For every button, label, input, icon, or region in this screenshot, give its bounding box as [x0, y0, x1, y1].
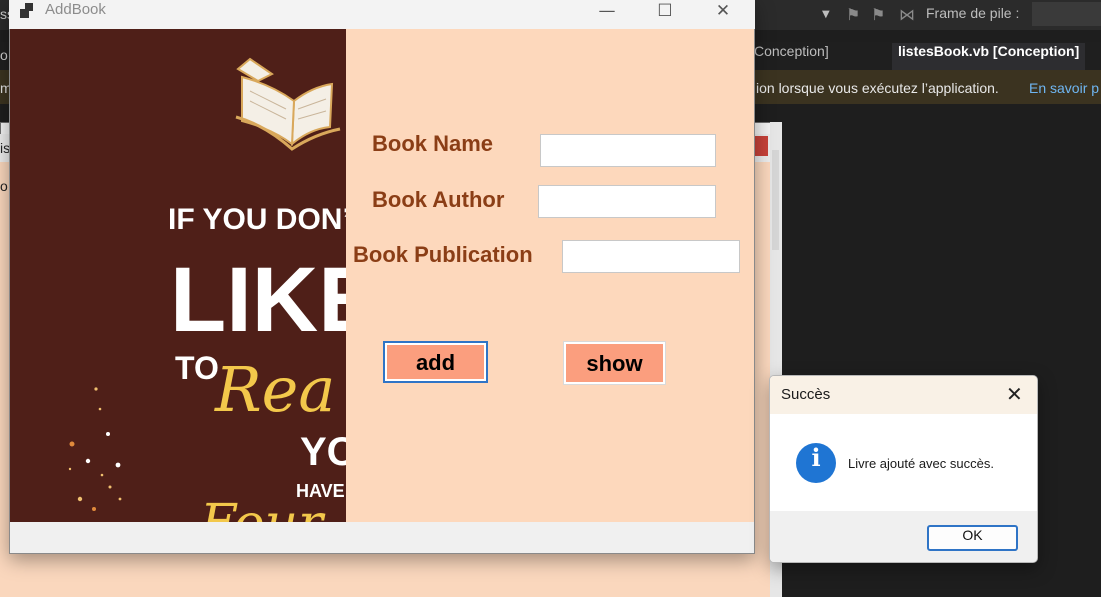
tab-fragment[interactable]: o [0, 47, 8, 63]
thread-icon[interactable]: ⋈ [899, 5, 915, 24]
ok-button[interactable]: OK [927, 525, 1018, 551]
chevron-down-icon[interactable]: ▼ [822, 9, 830, 20]
stack-frame-label: Frame de pile : [926, 5, 1020, 21]
book-name-input[interactable] [540, 134, 716, 167]
close-button[interactable]: ✕ [700, 0, 746, 26]
book-name-label: Book Name [372, 131, 494, 156]
form-panel [346, 29, 754, 522]
poster-graphic: IF YOU DON’ LIKE TO Rea YO HAVE Four [68, 57, 346, 522]
poster-line-2: LIKE [170, 249, 346, 351]
info-icon: i [796, 443, 836, 483]
stack-frame-dropdown[interactable] [1032, 2, 1101, 26]
flags-icon[interactable]: ⚑ [871, 5, 885, 24]
window-bottom-bar [10, 522, 754, 553]
minimize-button[interactable]: — [584, 0, 630, 26]
poster-image: IF YOU DON’ LIKE TO Rea YO HAVE Four [10, 29, 346, 522]
book-author-label: Book Author [372, 187, 505, 212]
book-publication-label: Book Publication [353, 242, 533, 267]
open-book-icon [235, 57, 341, 151]
designer-scrollbar-thumb[interactable] [772, 150, 779, 250]
learn-more-link[interactable]: En savoir p [1029, 80, 1099, 96]
poster-line-4: YO [300, 430, 346, 474]
info-bar-text: ion lorsque vous exécutez l’application. [756, 80, 999, 96]
poster-line-3b: Rea [214, 353, 335, 426]
flag-icon[interactable]: ⚑ [846, 5, 860, 24]
add-button[interactable]: add [383, 341, 488, 383]
designer-body-fragment: o [0, 178, 8, 194]
success-dialog: Succès ✕ i Livre ajouté avec succès. OK [769, 375, 1038, 563]
book-publication-input[interactable] [562, 240, 740, 273]
app-icon [20, 3, 36, 19]
maximize-button[interactable]: ☐ [642, 0, 688, 26]
dialog-close-icon[interactable]: ✕ [1006, 382, 1023, 406]
poster-line-3a: TO [175, 350, 219, 386]
show-button[interactable]: show [564, 342, 665, 384]
dialog-message: Livre ajouté avec succès. [848, 456, 994, 471]
book-author-input[interactable] [538, 185, 716, 218]
tab-conception[interactable]: Conception] [748, 43, 835, 70]
poster-line-1: IF YOU DON’ [168, 203, 346, 236]
tab-listesbook-conception[interactable]: listesBook.vb [Conception] [892, 43, 1086, 72]
sparkles-decoration [68, 387, 122, 511]
window-title: AddBook [45, 1, 106, 18]
poster-line-6: Four [199, 494, 326, 522]
dialog-title: Succès [781, 386, 831, 403]
